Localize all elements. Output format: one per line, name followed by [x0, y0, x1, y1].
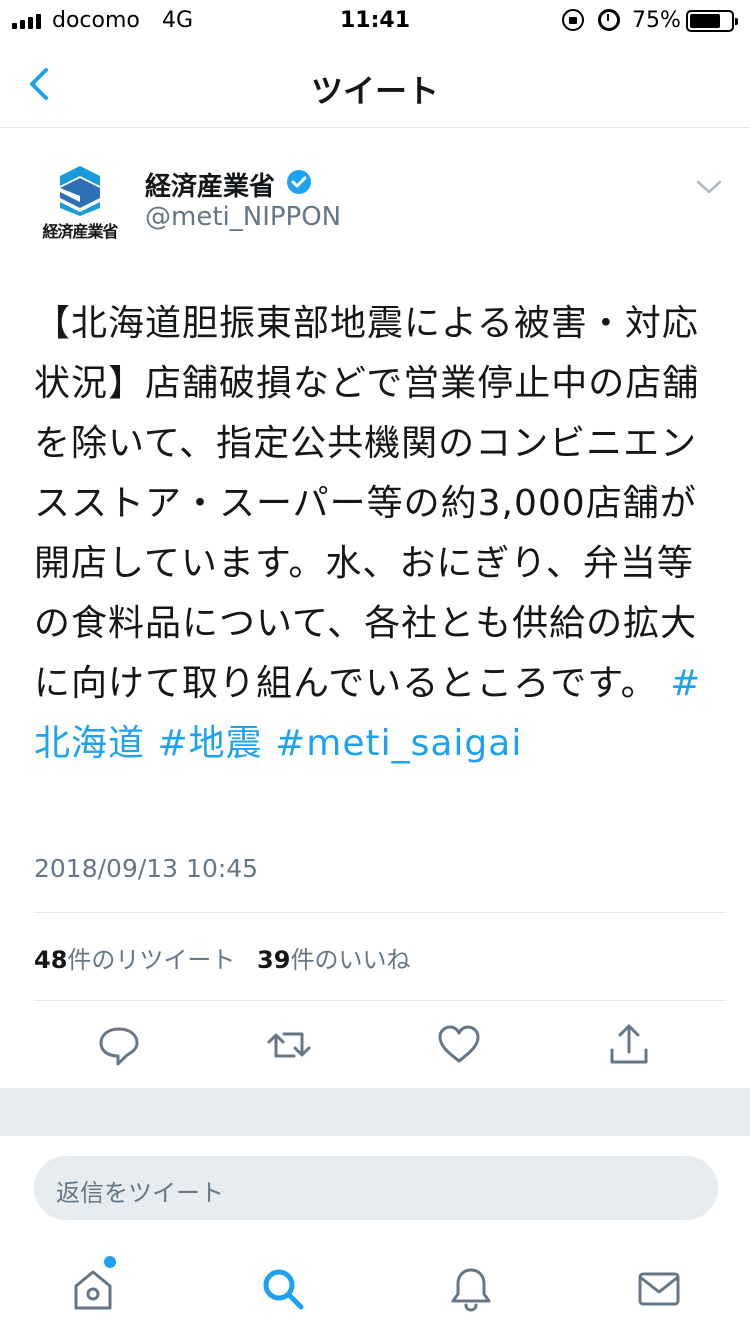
reply-icon[interactable]	[94, 1020, 144, 1070]
rotation-lock-icon	[562, 9, 584, 31]
page-title: ツイート	[310, 72, 439, 110]
tweet-stats: 48件のリツイート 39件のいいね	[34, 940, 424, 975]
like-label: 件のいいね	[290, 946, 411, 974]
nav-bar: ツイート	[0, 40, 750, 128]
like-stat[interactable]: 39件のいいね	[257, 946, 410, 974]
new-content-dot	[104, 1256, 116, 1268]
hashtag-link[interactable]: #地震	[157, 723, 262, 764]
tweet-body: 【北海道胆振東部地震による被害・対応状況】店舗破損などで営業停止中の店舗を除いて…	[34, 303, 700, 704]
battery-icon	[686, 10, 738, 32]
reply-placeholder: 返信をツイート	[56, 1179, 224, 1207]
retweet-count: 48	[34, 946, 68, 974]
tab-bar	[0, 1244, 750, 1334]
tweet-author: 経済産業省 経済産業省 @meti_NIPPON	[0, 158, 750, 248]
alarm-icon	[598, 9, 620, 31]
user-handle[interactable]: @meti_NIPPON	[145, 202, 341, 232]
verified-badge-icon	[287, 170, 311, 194]
logo-text: 経済産業省	[42, 222, 118, 241]
retweet-stat[interactable]: 48件のリツイート	[34, 946, 235, 974]
tweet-actions	[0, 1020, 750, 1072]
divider	[34, 912, 726, 913]
battery-percent: 75%	[632, 8, 681, 33]
home-icon[interactable]	[68, 1264, 118, 1314]
hashtag-link[interactable]: #meti_saigai	[275, 723, 522, 764]
tweet-text: 【北海道胆振東部地震による被害・対応状況】店舗破損などで営業停止中の店舗を除いて…	[34, 294, 720, 774]
like-count: 39	[257, 946, 291, 974]
retweet-label: 件のリツイート	[67, 946, 236, 974]
divider	[34, 1000, 726, 1001]
share-icon[interactable]	[604, 1020, 654, 1070]
reply-input[interactable]: 返信をツイート	[34, 1156, 718, 1220]
search-icon[interactable]	[258, 1264, 308, 1314]
avatar[interactable]: 経済産業省	[30, 162, 130, 246]
chevron-down-icon[interactable]	[694, 174, 724, 200]
tweet-timestamp: 2018/09/13 10:45	[34, 854, 259, 883]
retweet-icon[interactable]	[264, 1020, 314, 1070]
section-separator	[0, 1088, 750, 1136]
status-bar: docomo 4G 11:41 75%	[0, 0, 750, 40]
like-icon[interactable]	[434, 1020, 484, 1070]
display-name[interactable]: 経済産業省	[145, 166, 275, 203]
messages-icon[interactable]	[634, 1264, 684, 1314]
notifications-icon[interactable]	[446, 1264, 496, 1314]
meti-logo-icon	[60, 166, 100, 216]
